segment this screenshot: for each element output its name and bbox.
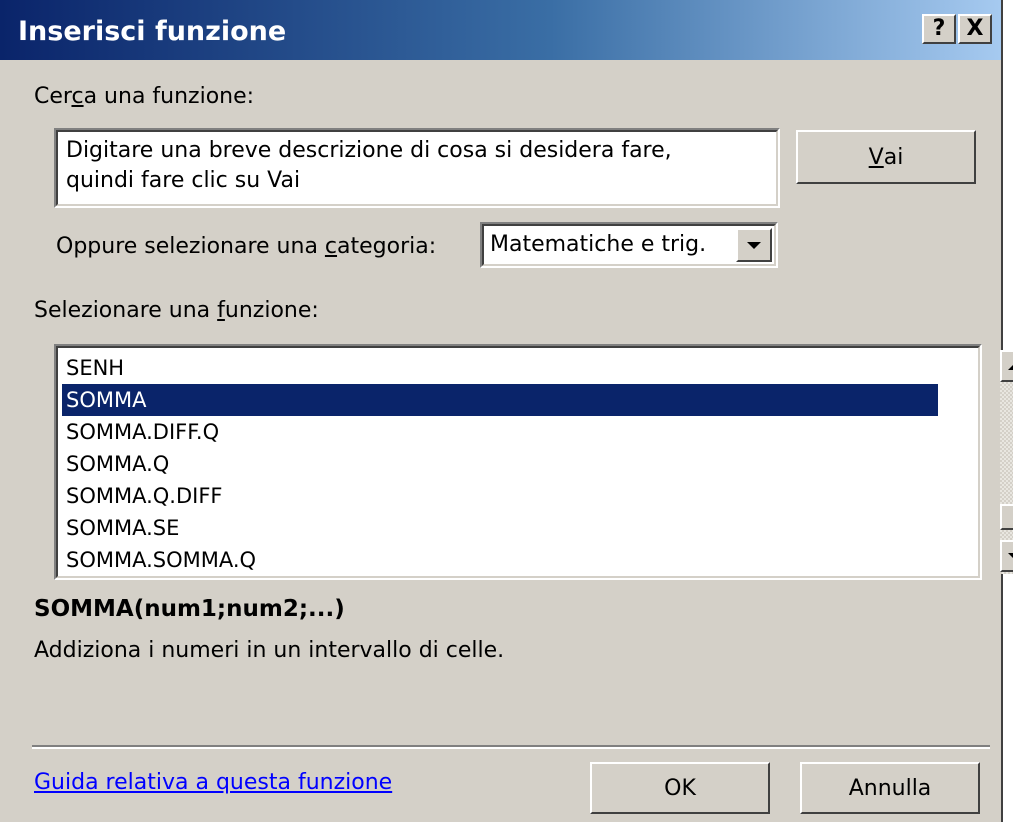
list-item[interactable]: SOMMA.DIFF.Q [62, 416, 938, 448]
chevron-down-icon [747, 241, 761, 249]
search-text-line: quindi fare clic su Vai [66, 168, 301, 193]
function-label-part: Selezionare una [34, 298, 218, 323]
list-item-selected[interactable]: SOMMA [62, 384, 938, 416]
ok-button[interactable]: OK [590, 762, 770, 814]
scroll-up-button[interactable] [1000, 350, 1013, 382]
scroll-thumb[interactable] [1000, 504, 1013, 530]
list-item[interactable]: SOMMA.SOMMA.Q [62, 544, 938, 576]
category-selected-value: Matematiche e trig. [490, 232, 707, 257]
search-label-accel: c [71, 84, 84, 109]
list-item[interactable]: SOMMA.SE [62, 512, 938, 544]
function-label-part: unzione: [224, 298, 319, 323]
arrow-up-icon [1008, 362, 1013, 370]
function-description: Addiziona i numeri in un intervallo di c… [34, 638, 505, 663]
function-label-accel: f [217, 298, 225, 323]
go-button-accel: V [868, 144, 884, 170]
category-label-accel: c [324, 234, 338, 259]
insert-function-dialog: Inserisci funzione ? X Cerca una funzion… [0, 0, 1013, 822]
scroll-down-button[interactable] [1000, 540, 1013, 572]
separator [32, 745, 990, 749]
search-text-line: Digitare una breve descrizione di cosa s… [66, 138, 672, 163]
title-bar[interactable]: Inserisci funzione ? X [0, 0, 1001, 60]
list-item[interactable]: SOMMA.Q.DIFF [62, 480, 938, 512]
cancel-button-label: Annulla [848, 775, 932, 801]
search-label-part: Cer [34, 84, 72, 109]
help-button[interactable]: ? [922, 14, 956, 44]
search-input[interactable]: Digitare una breve descrizione di cosa s… [54, 128, 780, 208]
category-dropdown-button[interactable] [736, 228, 772, 262]
list-scrollbar[interactable] [1000, 350, 1013, 574]
category-label-part: Oppure selezionare una [56, 234, 325, 259]
category-label: Oppure selezionare una categoria: [56, 234, 436, 259]
cancel-button[interactable]: Annulla [800, 762, 980, 814]
category-select[interactable]: Matematiche e trig. [480, 222, 778, 268]
function-signature: SOMMA(num1;num2;...) [34, 596, 345, 622]
search-input-text: Digitare una breve descrizione di cosa s… [66, 136, 766, 196]
close-button[interactable]: X [958, 14, 992, 44]
function-listbox[interactable]: SENH SOMMA SOMMA.DIFF.Q SOMMA.Q SOMMA.Q.… [54, 344, 1013, 580]
dialog-title: Inserisci funzione [18, 16, 287, 47]
list-item[interactable]: SENH [62, 352, 938, 384]
search-label: Cerca una funzione: [34, 84, 254, 109]
list-item[interactable]: SOMMA.Q [62, 448, 938, 480]
category-label-part: ategoria: [337, 234, 437, 259]
help-icon: ? [932, 16, 946, 41]
go-button-label: ai [883, 144, 904, 170]
help-link[interactable]: Guida relativa a questa funzione [34, 770, 392, 795]
go-button[interactable]: Vai [796, 130, 976, 184]
arrow-down-icon [1008, 552, 1013, 560]
search-label-part: a una funzione: [83, 84, 255, 109]
ok-button-label: OK [664, 775, 696, 801]
function-list-label: Selezionare una funzione: [34, 298, 319, 323]
close-icon: X [966, 16, 984, 41]
